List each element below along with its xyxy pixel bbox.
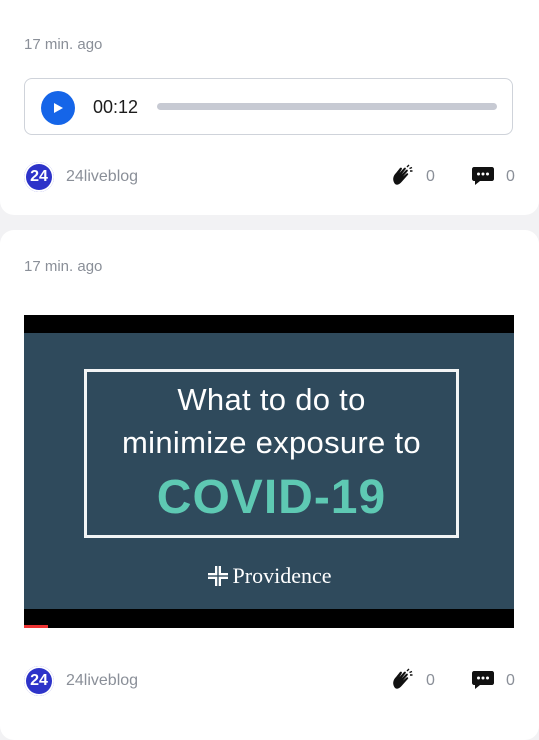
avatar[interactable]: 24 — [24, 666, 54, 696]
clap-count: 0 — [426, 168, 435, 185]
video-title-line: What to do to — [177, 382, 366, 417]
post-timestamp: 17 min. ago — [24, 36, 103, 53]
audio-current-time: 00:12 — [93, 97, 139, 117]
audio-progress-track[interactable] — [157, 103, 497, 110]
video-title-covid: COVID-19 — [156, 471, 387, 524]
comment-count: 0 — [506, 168, 515, 185]
post-footer: 24 24liveblog 0 0 — [24, 162, 515, 192]
post-card: 17 min. ago 00:12 24 24liveblog 0 0 — [0, 0, 539, 215]
play-icon — [54, 103, 63, 113]
audio-player: 00:12 — [24, 78, 513, 135]
post-footer: 24 24liveblog 0 0 — [24, 666, 515, 696]
author-name[interactable]: 24liveblog — [66, 168, 138, 186]
video-progress-bar[interactable] — [24, 625, 48, 628]
video-title-line: minimize exposure to — [122, 425, 421, 460]
video-title-box: What to do to minimize exposure to COVID… — [84, 369, 459, 538]
brand-name: Providence — [232, 563, 332, 588]
comment-count: 0 — [506, 672, 515, 689]
author-name[interactable]: 24liveblog — [66, 672, 138, 690]
post-card: 17 min. ago What to do to minimize expos… — [0, 230, 539, 740]
post-timestamp: 17 min. ago — [24, 258, 103, 275]
clap-icon[interactable] — [390, 668, 414, 692]
avatar[interactable]: 24 — [24, 162, 54, 192]
comment-icon[interactable] — [471, 165, 495, 187]
play-button[interactable] — [41, 91, 75, 125]
comment-icon[interactable] — [471, 669, 495, 691]
clap-count: 0 — [426, 672, 435, 689]
providence-cross-icon — [207, 566, 228, 586]
providence-logo: Providence — [24, 563, 514, 589]
video-player[interactable]: What to do to minimize exposure to COVID… — [24, 315, 514, 628]
video-thumbnail: What to do to minimize exposure to COVID… — [24, 333, 514, 609]
clap-icon[interactable] — [390, 164, 414, 188]
